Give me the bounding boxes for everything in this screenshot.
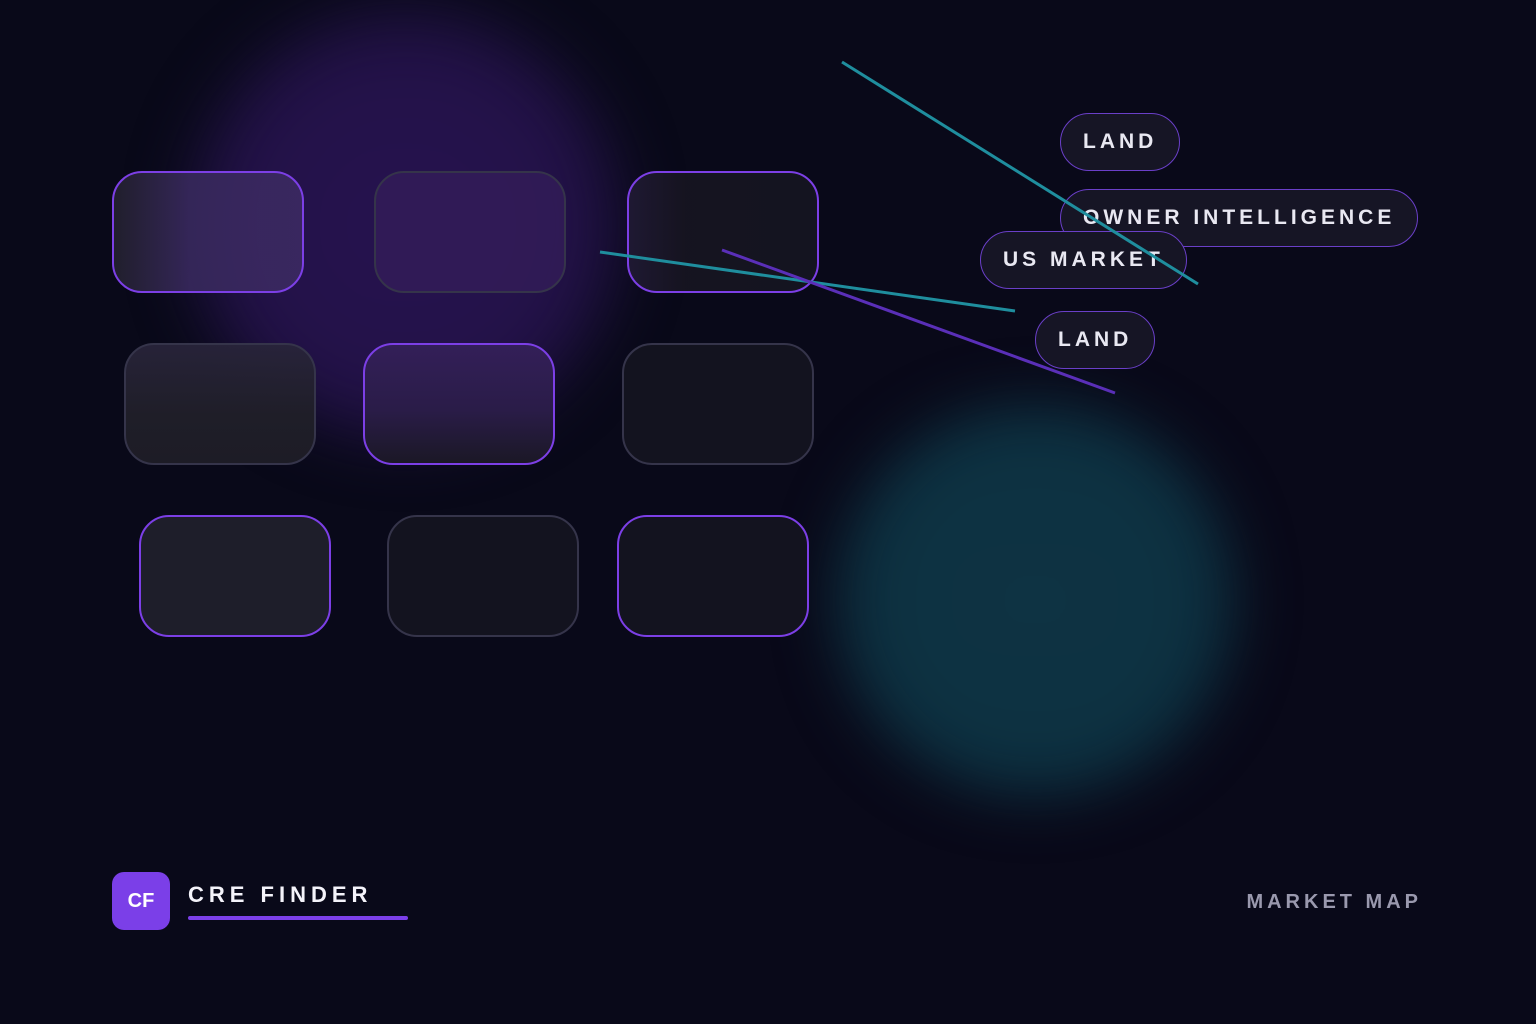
brand-name: CRE FINDER — [188, 882, 373, 907]
market-tile[interactable] — [627, 171, 819, 293]
teal-glow — [830, 400, 1240, 800]
market-tile[interactable] — [112, 171, 304, 293]
market-tile[interactable] — [622, 343, 814, 465]
market-tile[interactable] — [124, 343, 316, 465]
tag-pill-land[interactable]: LAND — [1060, 113, 1181, 171]
market-tile[interactable] — [363, 343, 555, 465]
market-tile[interactable] — [139, 515, 331, 637]
brand-underline — [188, 916, 408, 920]
market-tile[interactable] — [387, 515, 579, 637]
market-map-canvas: LAND OWNER INTELLIGENCE US MARKET LAND C… — [0, 0, 1536, 1024]
tag-pill-us-market[interactable]: US MARKET — [980, 231, 1187, 289]
tag-pill-land-secondary[interactable]: LAND — [1035, 311, 1156, 369]
brand-logo-badge[interactable]: CF — [112, 872, 170, 930]
section-label: MARKET MAP — [1246, 891, 1422, 913]
market-tile[interactable] — [617, 515, 809, 637]
market-tile[interactable] — [374, 171, 566, 293]
